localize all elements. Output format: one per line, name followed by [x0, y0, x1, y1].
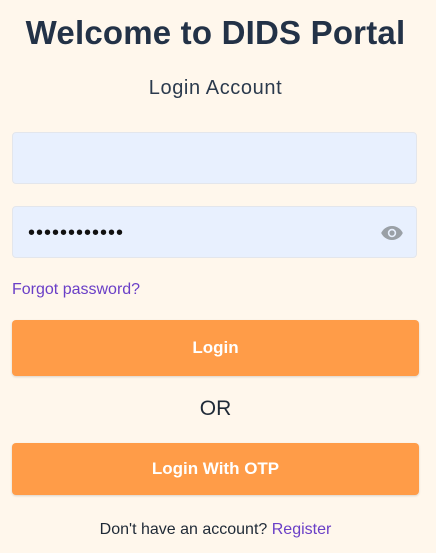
eye-icon[interactable] [380, 221, 404, 245]
or-divider: OR [199, 397, 232, 420]
username-field[interactable] [12, 132, 417, 184]
page-title: Welcome to DIDS Portal [25, 14, 406, 51]
register-prompt-text: Don't have an account? [99, 521, 272, 538]
username-input[interactable] [13, 133, 416, 183]
login-button[interactable]: Login [12, 320, 419, 376]
forgot-password-link[interactable]: Forgot password? [12, 281, 140, 299]
password-field[interactable]: •••••••••••• [12, 206, 417, 258]
password-value: •••••••••••• [28, 222, 125, 244]
login-with-otp-button[interactable]: Login With OTP [12, 443, 419, 495]
page-subtitle: Login Account [148, 77, 283, 99]
register-prompt: Don't have an account? Register [12, 521, 419, 539]
register-link[interactable]: Register [272, 521, 332, 538]
